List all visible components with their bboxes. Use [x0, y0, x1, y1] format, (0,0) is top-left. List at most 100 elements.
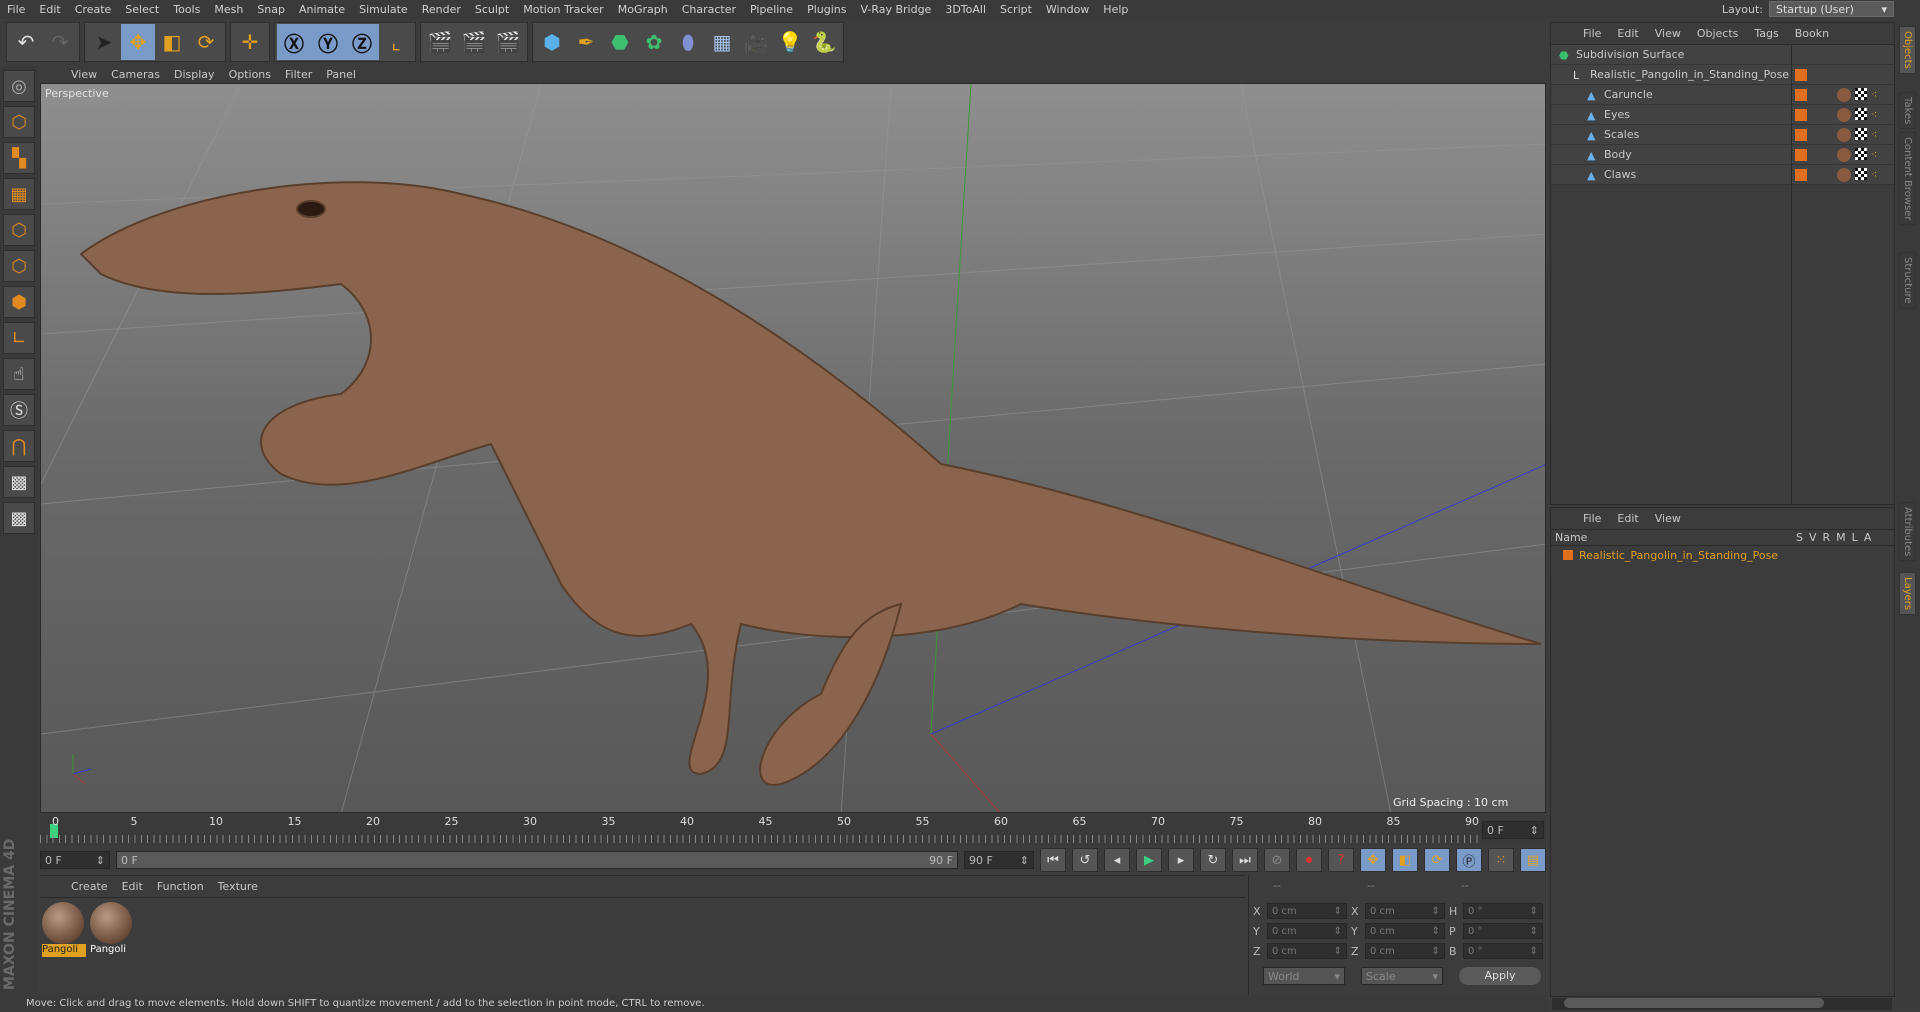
object-row[interactable]: ▲ Body ⁖ — [1551, 145, 1894, 165]
menu-mesh[interactable]: Mesh — [207, 3, 250, 16]
uvw-tag-icon[interactable] — [1855, 127, 1867, 140]
phong-tag-icon[interactable]: ⁖ — [1871, 148, 1877, 162]
phong-tag-icon[interactable]: ⁖ — [1871, 108, 1877, 122]
redo-icon[interactable]: ↷ — [43, 24, 77, 60]
cube-icon[interactable]: ⬢ — [535, 24, 569, 60]
coord-field[interactable]: 0 cm ⇕ — [1365, 903, 1445, 919]
subdivision-icon[interactable]: ⬣ — [603, 24, 637, 60]
material-item[interactable]: Pangoli — [90, 902, 134, 957]
menu-render[interactable]: Render — [415, 3, 468, 16]
object-row[interactable]: ▲ Eyes ⁖ — [1551, 105, 1894, 125]
viewport-menu-view[interactable]: View — [64, 68, 104, 81]
menu-window[interactable]: Window — [1039, 3, 1096, 16]
axis-icon[interactable]: ∟ — [3, 322, 35, 354]
grid-rotate-icon[interactable]: ▩ — [3, 502, 35, 534]
edges-mode-icon[interactable]: ⬡ — [3, 250, 35, 282]
workplane-icon[interactable]: ▦ — [3, 178, 35, 210]
material-menu-texture[interactable]: Texture — [211, 880, 265, 893]
layout-dropdown[interactable]: Startup (User) ▾ — [1769, 1, 1894, 17]
layout-selector[interactable]: Layout: Startup (User) ▾ — [1722, 1, 1894, 17]
coordinate-system-icon[interactable]: ⌞ — [379, 24, 413, 60]
timeline-ruler[interactable]: 0 F ⇕ 0 5 10 15 20 25 30 35 40 45 50 55 60 65 70 75 80 85 9… — [40, 815, 1546, 845]
play-icon[interactable]: ▶ — [1136, 848, 1162, 872]
viewport-menu-options[interactable]: Options — [222, 68, 278, 81]
menu-script[interactable]: Script — [993, 3, 1039, 16]
coord-type-dropdown[interactable]: Scale ▾ — [1361, 967, 1443, 985]
menu-tools[interactable]: Tools — [166, 3, 207, 16]
uvw-tag-icon[interactable] — [1855, 147, 1867, 160]
object-menu-tags[interactable]: Tags — [1746, 27, 1786, 40]
layer-color-swatch[interactable] — [1795, 168, 1807, 181]
object-menu-bookn[interactable]: Bookn — [1787, 27, 1837, 40]
layer-menu-view[interactable]: View — [1647, 512, 1689, 525]
viewport-menu-cameras[interactable]: Cameras — [104, 68, 167, 81]
select-tool-icon[interactable]: ➤ — [87, 24, 121, 60]
object-menu-edit[interactable]: Edit — [1609, 27, 1646, 40]
light-icon[interactable]: 💡 — [773, 24, 807, 60]
layer-menu-file[interactable]: File — [1575, 512, 1609, 525]
coord-field[interactable]: 0 cm ⇕ — [1365, 943, 1445, 959]
uvw-tag-icon[interactable] — [1855, 167, 1867, 180]
coord-field[interactable]: 0 cm ⇕ — [1267, 923, 1347, 939]
tab-content-browser[interactable]: Content Browser — [1899, 132, 1916, 226]
phong-tag-icon[interactable]: ⁖ — [1871, 88, 1877, 102]
menu-plugins[interactable]: Plugins — [800, 3, 853, 16]
menu-select[interactable]: Select — [118, 3, 166, 16]
layer-column-v[interactable]: V — [1809, 531, 1817, 544]
layer-row[interactable]: Realistic_Pangolin_in_Standing_Pose — [1551, 546, 1894, 564]
previous-key-icon[interactable]: ↺ — [1072, 848, 1098, 872]
menu-sculpt[interactable]: Sculpt — [468, 3, 516, 16]
magnet-icon[interactable]: ⋂ — [3, 430, 35, 462]
go-to-end-icon[interactable]: ⏭ — [1232, 848, 1258, 872]
key-parameter-icon[interactable]: Ⓟ — [1456, 848, 1482, 872]
menu-character[interactable]: Character — [675, 3, 743, 16]
grid-lock-icon[interactable]: ▩ — [3, 466, 35, 498]
tweak-icon[interactable]: ☝ — [3, 358, 35, 390]
menu-edit[interactable]: Edit — [32, 3, 67, 16]
layer-column-m[interactable]: M — [1836, 531, 1846, 544]
texture-mode-icon[interactable]: ▚ — [3, 142, 35, 174]
undo-icon[interactable]: ↶ — [9, 24, 43, 60]
menu-motion-tracker[interactable]: Motion Tracker — [516, 3, 610, 16]
tab-attributes[interactable]: Attributes — [1899, 502, 1916, 562]
cloner-icon[interactable]: ✿ — [637, 24, 671, 60]
coord-field[interactable]: 0 ° ⇕ — [1463, 903, 1543, 919]
material-tag-icon[interactable] — [1837, 87, 1851, 102]
phong-tag-icon[interactable]: ⁖ — [1871, 168, 1877, 182]
key-scale-icon[interactable]: ◧ — [1392, 848, 1418, 872]
snap-icon[interactable]: Ⓢ — [3, 394, 35, 426]
viewport-menu-display[interactable]: Display — [167, 68, 222, 81]
model-mode-icon[interactable]: ⬡ — [3, 106, 35, 138]
object-row[interactable]: ▲ Scales ⁖ — [1551, 125, 1894, 145]
object-row[interactable]: L Realistic_Pangolin_in_Standing_Pose — [1551, 65, 1894, 85]
material-tag-icon[interactable] — [1837, 127, 1851, 142]
timeline-icon[interactable]: ▤ — [1520, 848, 1546, 872]
phong-tag-icon[interactable]: ⁖ — [1871, 128, 1877, 142]
viewport-menu-filter[interactable]: Filter — [278, 68, 319, 81]
menu-v-ray-bridge[interactable]: V-Ray Bridge — [853, 3, 938, 16]
uvw-tag-icon[interactable] — [1855, 87, 1867, 100]
object-menu-objects[interactable]: Objects — [1689, 27, 1747, 40]
key-position-icon[interactable]: ✥ — [1360, 848, 1386, 872]
autokey-icon[interactable]: ⏺ — [1296, 848, 1322, 872]
coord-field[interactable]: 0 ° ⇕ — [1463, 923, 1543, 939]
rotate-tool-icon[interactable]: ⟳ — [189, 24, 223, 60]
layer-column-s[interactable]: S — [1796, 531, 1803, 544]
menu-help[interactable]: Help — [1096, 3, 1135, 16]
render-settings-icon[interactable]: 🎬 — [491, 24, 525, 60]
coord-mode-dropdown[interactable]: World ▾ — [1263, 967, 1345, 985]
menu-snap[interactable]: Snap — [250, 3, 292, 16]
polygons-mode-icon[interactable]: ⬢ — [3, 286, 35, 318]
pen-icon[interactable]: ✒ — [569, 24, 603, 60]
tab-takes[interactable]: Takes — [1899, 92, 1916, 130]
menu-animate[interactable]: Animate — [292, 3, 352, 16]
layer-color-swatch[interactable] — [1795, 128, 1807, 141]
keyframe-selection-icon[interactable]: ? — [1328, 848, 1354, 872]
layer-color-swatch[interactable] — [1795, 68, 1807, 81]
x-axis-icon[interactable]: Ⓧ — [277, 24, 311, 60]
key-pla-icon[interactable]: ⁙ — [1488, 848, 1514, 872]
layer-menu-edit[interactable]: Edit — [1609, 512, 1646, 525]
end-frame-field[interactable]: 90 F ⇕ — [964, 851, 1034, 869]
menu-simulate[interactable]: Simulate — [352, 3, 415, 16]
layer-column-l[interactable]: L — [1852, 531, 1858, 544]
